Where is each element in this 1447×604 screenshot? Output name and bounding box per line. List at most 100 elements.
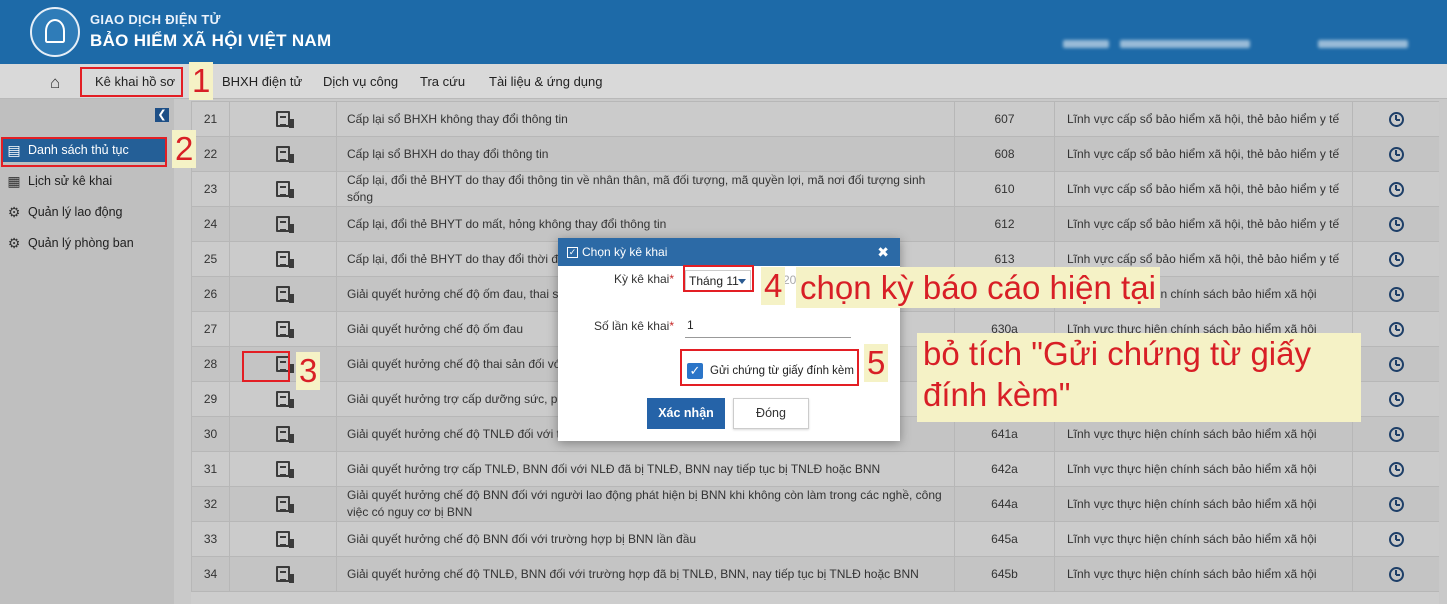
- history-cell: [1352, 381, 1439, 417]
- procedure-field: Lĩnh vực cấp sổ bảo hiểm xã hội, thẻ bảo…: [1054, 171, 1353, 207]
- gear-icon: ⚙: [7, 203, 21, 220]
- declare-document-icon[interactable]: [276, 286, 294, 304]
- history-clock-icon[interactable]: [1388, 111, 1404, 127]
- procedure-name: Giải quyết hưởng chế độ TNLĐ, BNN đối vớ…: [336, 556, 955, 592]
- history-clock-icon[interactable]: [1388, 426, 1404, 442]
- close-icon[interactable]: ✖: [877, 244, 889, 261]
- declare-document-icon[interactable]: [276, 531, 294, 549]
- history-clock-icon[interactable]: [1388, 181, 1404, 197]
- history-clock-icon[interactable]: [1388, 216, 1404, 232]
- dialog-header: ✓ Chọn kỳ kê khai: [558, 238, 900, 266]
- annotation-number-3: 3: [296, 352, 321, 390]
- table-row[interactable]: 33 Giải quyết hưởng chế độ BNN đối với tr…: [191, 521, 1439, 557]
- table-row[interactable]: 22 Cấp lại sổ BHXH do thay đổi thông tin 6…: [191, 136, 1439, 172]
- declare-document-icon[interactable]: [276, 181, 294, 199]
- procedure-field: Lĩnh vực cấp sổ bảo hiểm xã hội, thẻ bảo…: [1054, 101, 1353, 137]
- history-clock-icon[interactable]: [1388, 461, 1404, 477]
- declare-document-icon[interactable]: [276, 566, 294, 584]
- history-list-icon: ▦: [7, 172, 21, 189]
- vss-logo-icon: [30, 7, 80, 57]
- row-index: 32: [191, 486, 230, 522]
- sidebar-item-quan-ly-lao-dong[interactable]: ⚙ Quản lý lao động: [6, 200, 123, 224]
- annotation-number-1: 1: [189, 62, 214, 100]
- row-index: 27: [191, 311, 230, 347]
- table-row[interactable]: 31 Giải quyết hưởng trợ cấp TNLĐ, BNN đối…: [191, 451, 1439, 487]
- history-clock-icon[interactable]: [1388, 146, 1404, 162]
- row-index: 21: [191, 101, 230, 137]
- nav-bhxh-dien-tu[interactable]: BHXH điện tử: [222, 74, 302, 89]
- nav-tai-lieu[interactable]: Tài liệu & ứng dụng: [489, 74, 603, 89]
- procedure-code: 645a: [954, 521, 1055, 557]
- history-cell: [1352, 311, 1439, 347]
- table-row[interactable]: 24 Cấp lại, đổi thẻ BHYT do mất, hỏng khô…: [191, 206, 1439, 242]
- history-clock-icon[interactable]: [1388, 531, 1404, 547]
- confirm-button[interactable]: Xác nhận: [647, 398, 725, 429]
- checkbox-icon: ✓: [567, 246, 578, 258]
- count-input[interactable]: 1: [685, 318, 851, 338]
- table-row[interactable]: 21 Cấp lại sổ BHXH không thay đổi thông t…: [191, 101, 1439, 137]
- declare-document-icon[interactable]: [276, 496, 294, 514]
- procedure-field: Lĩnh vực cấp sổ bảo hiểm xã hội, thẻ bảo…: [1054, 206, 1353, 242]
- procedure-name: Cấp lại, đổi thẻ BHYT do mất, hỏng không…: [336, 206, 955, 242]
- declare-document-icon[interactable]: [276, 146, 294, 164]
- procedure-code: 608: [954, 136, 1055, 172]
- declare-document-icon[interactable]: [276, 426, 294, 444]
- period-label: Kỳ kê khai*: [613, 272, 674, 286]
- sidebar-item-lich-su-ke-khai[interactable]: ▦ Lịch sử kê khai: [6, 169, 112, 193]
- declare-document-icon[interactable]: [276, 216, 294, 234]
- declare-cell: [229, 451, 337, 487]
- history-clock-icon[interactable]: [1388, 391, 1404, 407]
- history-cell: [1352, 416, 1439, 452]
- procedure-name: Giải quyết hưởng chế độ BNN đối với trườ…: [336, 521, 955, 557]
- sidebar-item-quan-ly-phong-ban[interactable]: ⚙ Quản lý phòng ban: [6, 231, 134, 255]
- home-icon[interactable]: ⌂: [50, 73, 60, 93]
- declare-cell: [229, 381, 337, 417]
- procedure-code: 607: [954, 101, 1055, 137]
- history-clock-icon[interactable]: [1388, 321, 1404, 337]
- declare-document-icon[interactable]: [276, 391, 294, 409]
- annotation-number-2: 2: [172, 130, 197, 168]
- declare-document-icon[interactable]: [276, 461, 294, 479]
- annotation-box-3: [242, 351, 290, 382]
- history-clock-icon[interactable]: [1388, 251, 1404, 267]
- table-row[interactable]: 23 Cấp lại, đổi thẻ BHYT do thay đổi thôn…: [191, 171, 1439, 207]
- row-index: 26: [191, 276, 230, 312]
- row-index: 22: [191, 136, 230, 172]
- annotation-box-2: [1, 137, 167, 167]
- table-row[interactable]: 34 Giải quyết hưởng chế độ TNLĐ, BNN đối …: [191, 556, 1439, 592]
- history-clock-icon[interactable]: [1388, 286, 1404, 302]
- collapse-sidebar-icon[interactable]: ❮: [155, 108, 169, 122]
- nav-dich-vu-cong[interactable]: Dịch vụ công: [323, 74, 398, 89]
- top-header: GIAO DỊCH ĐIỆN TỬ BẢO HIỂM XÃ HỘI VIỆT N…: [0, 0, 1447, 64]
- nav-tra-cuu[interactable]: Tra cứu: [420, 74, 465, 89]
- row-index: 33: [191, 521, 230, 557]
- declare-cell: [229, 416, 337, 452]
- annotation-box-5: [680, 349, 859, 386]
- close-button[interactable]: Đóng: [733, 398, 809, 429]
- history-clock-icon[interactable]: [1388, 566, 1404, 582]
- declare-cell: [229, 171, 337, 207]
- procedure-field: Lĩnh vực thực hiện chính sách bảo hiểm x…: [1054, 556, 1353, 592]
- declare-document-icon[interactable]: [276, 111, 294, 129]
- history-cell: [1352, 171, 1439, 207]
- declare-document-icon[interactable]: [276, 321, 294, 339]
- blurred-user-name[interactable]: [1318, 40, 1408, 48]
- history-clock-icon[interactable]: [1388, 496, 1404, 512]
- procedure-name: Giải quyết hưởng chế độ BNN đối với ngườ…: [336, 486, 955, 522]
- history-clock-icon[interactable]: [1388, 356, 1404, 372]
- history-cell: [1352, 556, 1439, 592]
- history-cell: [1352, 101, 1439, 137]
- row-index: 23: [191, 171, 230, 207]
- procedure-field: Lĩnh vực cấp sổ bảo hiểm xã hội, thẻ bảo…: [1054, 136, 1353, 172]
- declare-document-icon[interactable]: [276, 251, 294, 269]
- brand-line1: GIAO DỊCH ĐIỆN TỬ: [90, 12, 221, 27]
- brand-line2: BẢO HIỂM XÃ HỘI VIỆT NAM: [90, 31, 332, 50]
- row-index: 34: [191, 556, 230, 592]
- history-cell: [1352, 276, 1439, 312]
- history-cell: [1352, 241, 1439, 277]
- table-row[interactable]: 32 Giải quyết hưởng chế độ BNN đối với ng…: [191, 486, 1439, 522]
- declare-cell: [229, 556, 337, 592]
- procedure-code: 645b: [954, 556, 1055, 592]
- history-cell: [1352, 346, 1439, 382]
- gear-icon: ⚙: [7, 234, 21, 251]
